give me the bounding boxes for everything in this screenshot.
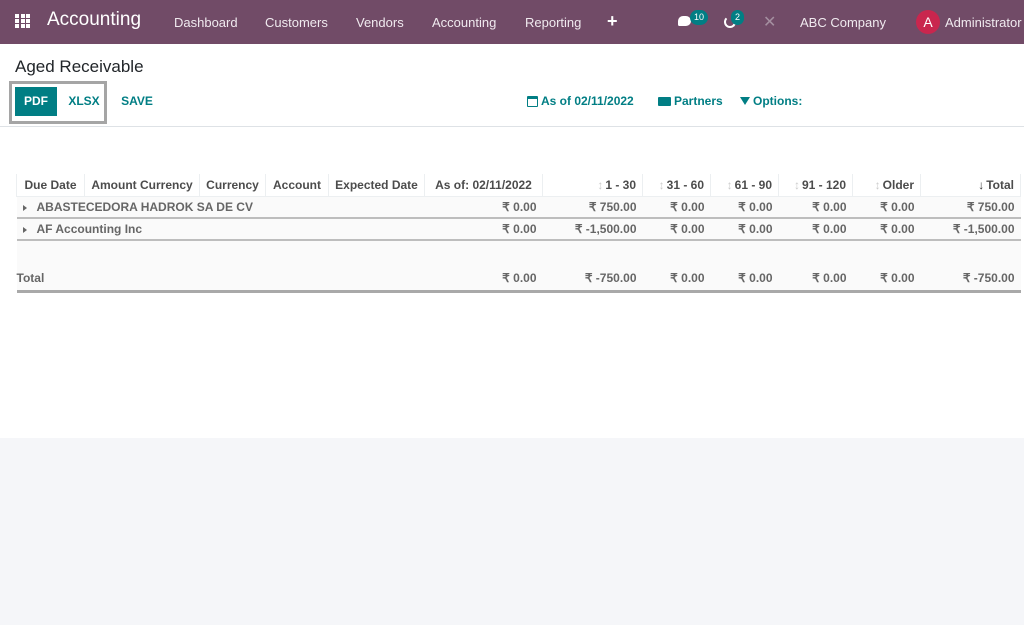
total-cell: ₹ 0.00 — [852, 267, 921, 293]
table-header-row: Due Date Amount Currency Currency Accoun… — [16, 174, 1021, 197]
partners-filter[interactable]: Partners — [658, 94, 723, 108]
value-cell: ₹ -1,500.00 — [920, 218, 1021, 241]
menu-accounting[interactable]: Accounting — [432, 15, 496, 30]
col-due-date: Due Date — [16, 174, 85, 197]
value-cell: ₹ 750.00 — [542, 196, 643, 219]
date-filter[interactable]: As of 02/11/2022 — [527, 94, 634, 108]
col-older[interactable]: ↕ Older — [852, 174, 921, 197]
app-name[interactable]: Accounting — [47, 9, 141, 31]
col-amount-currency: Amount Currency — [84, 174, 200, 197]
sort-icon: ↕ — [874, 177, 881, 192]
total-cell: ₹ -750.00 — [542, 267, 643, 293]
debug-tools-icon[interactable]: ✕ — [763, 12, 776, 32]
partner-name: AF Accounting Inc — [36, 222, 143, 236]
aged-receivable-report: Due Date Amount Currency Currency Accoun… — [16, 174, 1021, 293]
plus-icon[interactable]: + — [607, 11, 618, 32]
sort-icon: ↕ — [597, 177, 604, 192]
total-cell: ₹ 0.00 — [642, 267, 711, 293]
options-filter[interactable]: Options: — [740, 94, 802, 108]
calendar-icon — [527, 95, 538, 107]
top-navbar: Accounting Dashboard Customers Vendors A… — [0, 0, 1024, 44]
menu-reporting[interactable]: Reporting — [525, 15, 581, 30]
user-menu[interactable]: Administrator — [945, 15, 1022, 30]
col-total[interactable]: ↓ Total — [920, 174, 1021, 197]
col-label: 61 - 90 — [734, 177, 772, 192]
messages-badge: 10 — [690, 10, 709, 25]
spacer-row — [16, 240, 1021, 267]
col-1-30[interactable]: ↕ 1 - 30 — [542, 174, 643, 197]
partner-cell[interactable]: ABASTECEDORA HADROK SA DE CV — [16, 196, 425, 219]
company-switcher[interactable]: ABC Company — [800, 15, 886, 30]
value-cell: ₹ 0.00 — [778, 218, 853, 241]
col-91-120[interactable]: ↕ 91 - 120 — [778, 174, 853, 197]
menu-customers[interactable]: Customers — [265, 15, 328, 30]
value-cell: ₹ 0.00 — [778, 196, 853, 219]
col-as-of: As of: 02/11/2022 — [424, 174, 543, 197]
save-button[interactable]: SAVE — [116, 87, 158, 116]
value-cell: ₹ 0.00 — [424, 196, 543, 219]
filter-icon — [740, 97, 750, 105]
sort-down-icon: ↓ — [978, 177, 985, 192]
activities-badge: 2 — [731, 10, 745, 25]
value-cell: ₹ 0.00 — [642, 218, 711, 241]
total-label: Total — [16, 267, 425, 293]
value-cell: ₹ 750.00 — [920, 196, 1021, 219]
col-label: 31 - 60 — [666, 177, 704, 192]
value-cell: ₹ 0.00 — [852, 196, 921, 219]
sort-icon: ↕ — [726, 177, 733, 192]
col-label: Older — [882, 177, 914, 192]
col-account: Account — [265, 174, 329, 197]
col-label: Total — [986, 177, 1014, 192]
page-title: Aged Receivable — [15, 57, 144, 76]
avatar[interactable]: A — [916, 10, 940, 34]
date-filter-label: As of 02/11/2022 — [541, 94, 634, 108]
main-content: Aged Receivable PDF XLSX SAVE As of 02/1… — [0, 44, 1024, 438]
menu-dashboard[interactable]: Dashboard — [174, 15, 238, 30]
table-row[interactable]: AF Accounting Inc ₹ 0.00 ₹ -1,500.00 ₹ 0… — [16, 218, 1021, 241]
col-label: 1 - 30 — [605, 177, 636, 192]
col-expected-date: Expected Date — [328, 174, 425, 197]
total-cell: ₹ -750.00 — [920, 267, 1021, 293]
menu-vendors[interactable]: Vendors — [356, 15, 404, 30]
total-cell: ₹ 0.00 — [424, 267, 543, 293]
xlsx-button[interactable]: XLSX — [62, 87, 106, 116]
sort-icon: ↕ — [658, 177, 665, 192]
value-cell: ₹ -1,500.00 — [542, 218, 643, 241]
caret-right-icon[interactable] — [22, 226, 27, 233]
pdf-button[interactable]: PDF — [15, 87, 57, 116]
col-31-60[interactable]: ↕ 31 - 60 — [642, 174, 711, 197]
report-table: Due Date Amount Currency Currency Accoun… — [16, 174, 1021, 293]
value-cell: ₹ 0.00 — [642, 196, 711, 219]
table-row[interactable]: ABASTECEDORA HADROK SA DE CV ₹ 0.00 ₹ 75… — [16, 196, 1021, 219]
value-cell: ₹ 0.00 — [424, 218, 543, 241]
value-cell: ₹ 0.00 — [710, 196, 779, 219]
partner-cell[interactable]: AF Accounting Inc — [16, 218, 425, 241]
total-row: Total ₹ 0.00 ₹ -750.00 ₹ 0.00 ₹ 0.00 ₹ 0… — [16, 267, 1021, 293]
apps-grid-icon[interactable] — [15, 14, 31, 28]
sort-icon: ↕ — [793, 177, 800, 192]
value-cell: ₹ 0.00 — [852, 218, 921, 241]
col-currency: Currency — [199, 174, 266, 197]
col-label: 91 - 120 — [801, 177, 846, 192]
value-cell: ₹ 0.00 — [710, 218, 779, 241]
caret-right-icon[interactable] — [22, 204, 27, 211]
control-panel: Aged Receivable PDF XLSX SAVE As of 02/1… — [0, 44, 1024, 127]
partner-name: ABASTECEDORA HADROK SA DE CV — [36, 199, 253, 214]
total-cell: ₹ 0.00 — [710, 267, 779, 293]
total-cell: ₹ 0.00 — [778, 267, 853, 293]
options-filter-label: Options: — [753, 94, 803, 108]
partners-filter-label: Partners — [674, 94, 723, 108]
col-61-90[interactable]: ↕ 61 - 90 — [710, 174, 779, 197]
folder-open-icon — [658, 96, 671, 106]
